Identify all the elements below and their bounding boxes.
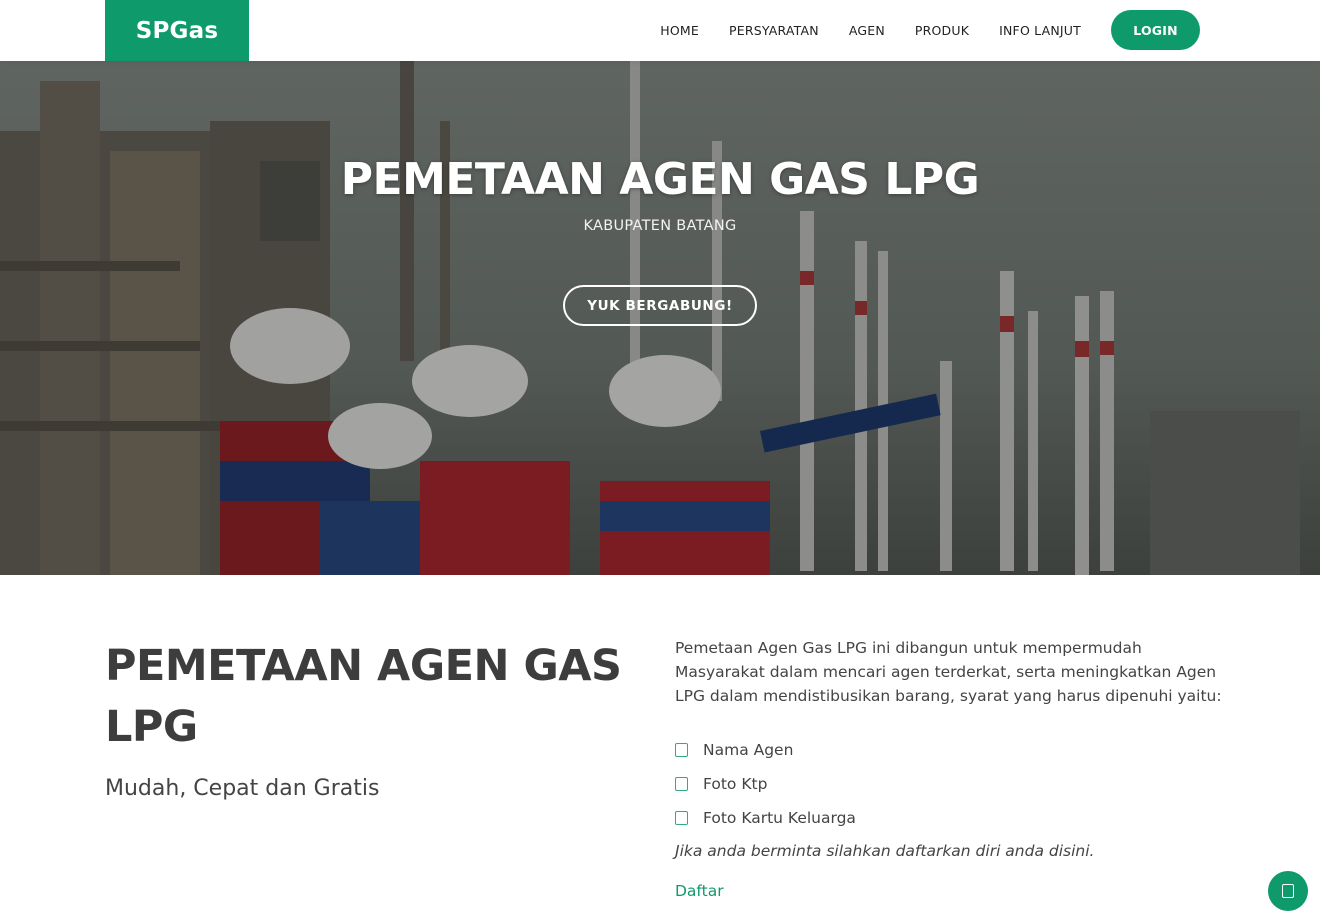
list-item: Foto Kartu Keluarga: [675, 801, 856, 835]
join-button[interactable]: YUK BERGABUNG!: [563, 285, 757, 326]
hero-section: PEMETAAN AGEN GAS LPG KABUPATEN BATANG Y…: [0, 61, 1320, 575]
requirement-label: Foto Kartu Keluarga: [703, 809, 856, 827]
hero-title: PEMETAAN AGEN GAS LPG: [340, 154, 980, 205]
nav-persyaratan[interactable]: PERSYARATAN: [729, 23, 819, 38]
check-icon: [675, 743, 688, 757]
check-icon: [675, 777, 688, 791]
register-link[interactable]: Daftar: [675, 882, 724, 900]
site-logo[interactable]: SPGas: [105, 0, 249, 61]
requirement-label: Nama Agen: [703, 741, 794, 759]
requirements-list: Nama Agen Foto Ktp Foto Kartu Keluarga: [675, 733, 856, 835]
check-icon: [675, 811, 688, 825]
nav-home[interactable]: HOME: [660, 23, 699, 38]
site-header: SPGas HOME PERSYARATAN AGEN PRODUK INFO …: [0, 0, 1320, 61]
nav-info-lanjut[interactable]: INFO LANJUT: [999, 23, 1081, 38]
logo-text[interactable]: SPGas: [136, 18, 219, 44]
back-to-top-button[interactable]: [1268, 871, 1308, 911]
about-title: PEMETAAN AGEN GAS LPG: [105, 641, 622, 752]
main-nav: HOME PERSYARATAN AGEN PRODUK INFO LANJUT…: [660, 10, 1200, 50]
about-description: Pemetaan Agen Gas LPG ini dibangun untuk…: [675, 639, 1222, 705]
list-item: Nama Agen: [675, 733, 856, 767]
requirement-label: Foto Ktp: [703, 775, 768, 793]
arrow-up-icon: [1282, 884, 1294, 898]
about-note: Jika anda berminta silahkan daftarkan di…: [675, 842, 1095, 860]
login-button[interactable]: LOGIN: [1111, 10, 1200, 50]
hero-subtitle: KABUPATEN BATANG: [583, 218, 737, 234]
list-item: Foto Ktp: [675, 767, 856, 801]
nav-produk[interactable]: PRODUK: [915, 23, 969, 38]
nav-agen[interactable]: AGEN: [849, 23, 885, 38]
about-tagline: Mudah, Cepat dan Gratis: [105, 776, 380, 801]
